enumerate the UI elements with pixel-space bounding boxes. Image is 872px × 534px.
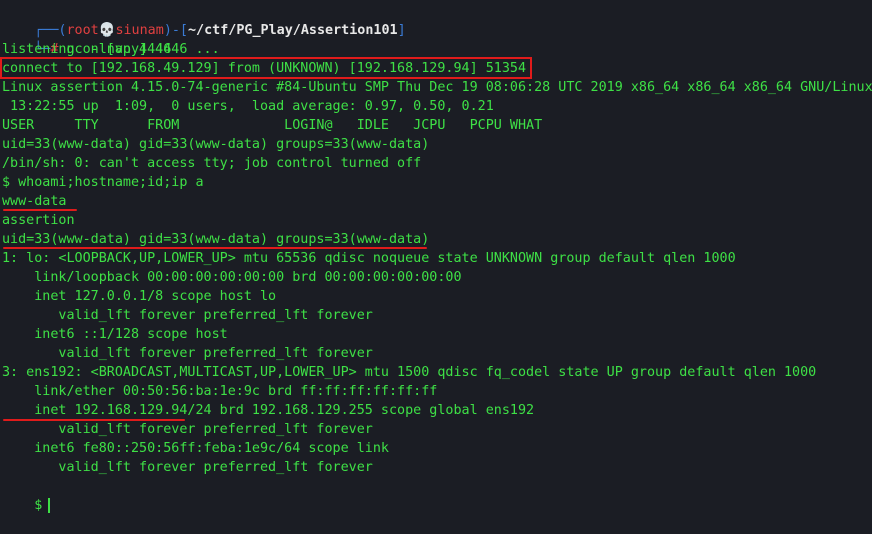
- output-line: valid_lft forever preferred_lft forever: [2, 346, 373, 361]
- underline-ip: [3, 419, 185, 421]
- output-line: valid_lft forever preferred_lft forever: [2, 308, 373, 323]
- output-line: /bin/sh: 0: can't access tty; job contro…: [2, 156, 422, 171]
- underline-whoami: [3, 209, 77, 211]
- output-line: USER TTY FROM LOGIN@ IDLE JCPU PCPU WHAT: [2, 118, 543, 133]
- output-line: valid_lft forever preferred_lft forever: [2, 460, 373, 475]
- output-line: 1: lo: <LOOPBACK,UP,LOWER_UP> mtu 65536 …: [2, 251, 736, 266]
- output-line: inet6 ::1/128 scope host: [2, 327, 228, 342]
- highlight-connect-box: [0, 57, 532, 79]
- output-line: assertion: [2, 213, 75, 228]
- output-line: link/ether 00:50:56:ba:1e:9c brd ff:ff:f…: [2, 384, 438, 399]
- prompt-line-top: ┌──(root💀siunam)-[~/ctf/PG_Play/Assertio…: [2, 2, 872, 38]
- terminal-output: listening on [any] 4446 ... connect to [1…: [2, 40, 872, 477]
- text-cursor: [48, 497, 51, 513]
- final-prompt-line[interactable]: $: [2, 477, 872, 513]
- output-line: inet6 fe80::250:56ff:feba:1e9c/64 scope …: [2, 441, 389, 456]
- output-line: link/loopback 00:00:00:00:00:00 brd 00:0…: [2, 270, 462, 285]
- underline-id: [3, 247, 427, 249]
- output-line: $ whoami;hostname;id;ip a: [2, 175, 204, 190]
- output-line: www-data: [2, 194, 67, 209]
- output-line: inet 127.0.0.1/8 scope host lo: [2, 289, 277, 304]
- output-line: valid_lft forever preferred_lft forever: [2, 422, 373, 437]
- terminal-window[interactable]: ┌──(root💀siunam)-[~/ctf/PG_Play/Assertio…: [0, 0, 872, 513]
- output-line: 13:22:55 up 1:09, 0 users, load average:…: [2, 99, 494, 114]
- final-prompt: $: [34, 498, 43, 513]
- output-line: inet 192.168.129.94/24 brd 192.168.129.2…: [2, 403, 535, 418]
- output-line: Linux assertion 4.15.0-74-generic #84-Ub…: [2, 80, 872, 95]
- output-line: 3: ens192: <BROADCAST,MULTICAST,UP,LOWER…: [2, 365, 817, 380]
- output-line: uid=33(www-data) gid=33(www-data) groups…: [2, 137, 430, 152]
- prompt-line-bottom: └─# nc -lnvp 4446: [2, 21, 872, 57]
